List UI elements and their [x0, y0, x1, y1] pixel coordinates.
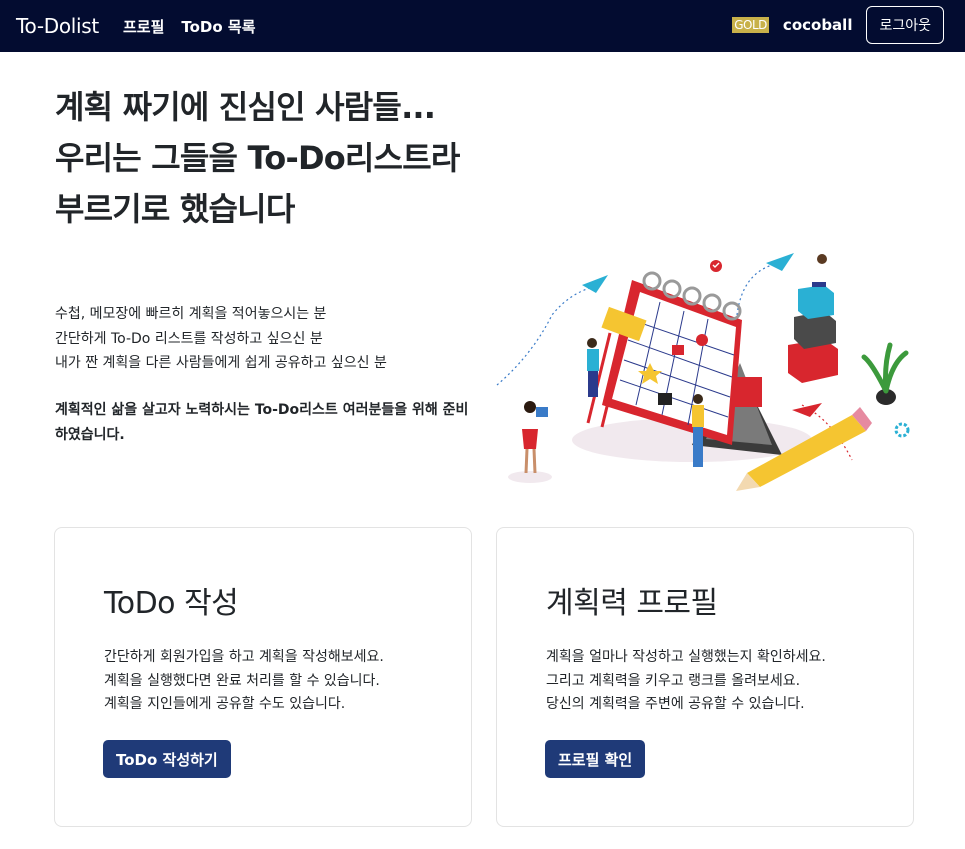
hero-description: 수첩, 메모장에 빠르히 계획을 적어놓으시는 분 간단하게 To-Do 리스트…: [55, 302, 485, 376]
nav-user-area: GOLD cocoball 로그아웃: [732, 6, 944, 44]
create-todo-button[interactable]: ToDo 작성하기: [103, 740, 231, 778]
card-text-line: 계획을 지인들에게 공유할 수도 있습니다.: [104, 696, 346, 712]
card-text-line: 간단하게 회원가입을 하고 계획을 작성해보세요.: [104, 649, 384, 665]
hero-title: 계획 짜기에 진심인 사람들... 우리는 그들을 To-Do리스트라 부르기로…: [55, 82, 535, 235]
card-text-line: 계획을 얼마나 작성하고 실행했는지 확인하세요.: [546, 649, 826, 665]
username: cocoball: [782, 16, 853, 34]
hero-desc-line: 수첩, 메모장에 빠르히 계획을 적어놓으시는 분: [55, 306, 327, 322]
hero-title-line: 부르기로 했습니다: [55, 190, 295, 228]
card-text: 간단하게 회원가입을 하고 계획을 작성해보세요. 계획을 실행했다면 완료 처…: [104, 646, 384, 717]
nav-link-profile[interactable]: 프로필: [123, 16, 164, 37]
logout-button[interactable]: 로그아웃: [866, 6, 944, 44]
profile-card: 계획력 프로필 계획을 얼마나 작성하고 실행했는지 확인하세요. 그리고 계획…: [496, 527, 914, 827]
view-profile-button[interactable]: 프로필 확인: [545, 740, 646, 778]
card-title: ToDo 작성: [104, 586, 239, 621]
todo-create-card: ToDo 작성 간단하게 회원가입을 하고 계획을 작성해보세요. 계획을 실행…: [54, 527, 472, 827]
hero-desc-line: 간단하게 To-Do 리스트를 작성하고 싶으신 분: [55, 330, 323, 347]
hero-bold-text: 계획적인 삶을 살고자 노력하시는 To-Do리스트 여러분들을 위해 준비하였…: [55, 402, 469, 443]
rank-badge: GOLD: [732, 17, 769, 33]
calendar-planning-illustration: [496, 253, 910, 491]
card-text: 계획을 얼마나 작성하고 실행했는지 확인하세요. 그리고 계획력을 키우고 랭…: [546, 646, 826, 717]
navbar: To-Dolist 프로필 ToDo 목록 GOLD cocoball 로그아웃: [0, 0, 965, 52]
card-text-line: 그리고 계획력을 키우고 랭크를 올려보세요.: [546, 672, 801, 689]
card-text-line: 당신의 계획력을 주변에 공유할 수 있습니다.: [546, 696, 805, 712]
card-text-line: 계획을 실행했다면 완료 처리를 할 수 있습니다.: [104, 672, 380, 689]
card-title: 계획력 프로필: [546, 586, 718, 621]
nav-link-todo-list[interactable]: ToDo 목록: [181, 16, 255, 37]
hero-title-line: 우리는 그들을 To-Do리스트라: [55, 139, 460, 177]
brand-link[interactable]: To-Dolist: [16, 14, 99, 38]
hero-desc-line: 내가 짠 계획을 다른 사람들에게 쉽게 공유하고 싶으신 분: [55, 355, 387, 371]
hero-title-line: 계획 짜기에 진심인 사람들...: [55, 88, 436, 126]
